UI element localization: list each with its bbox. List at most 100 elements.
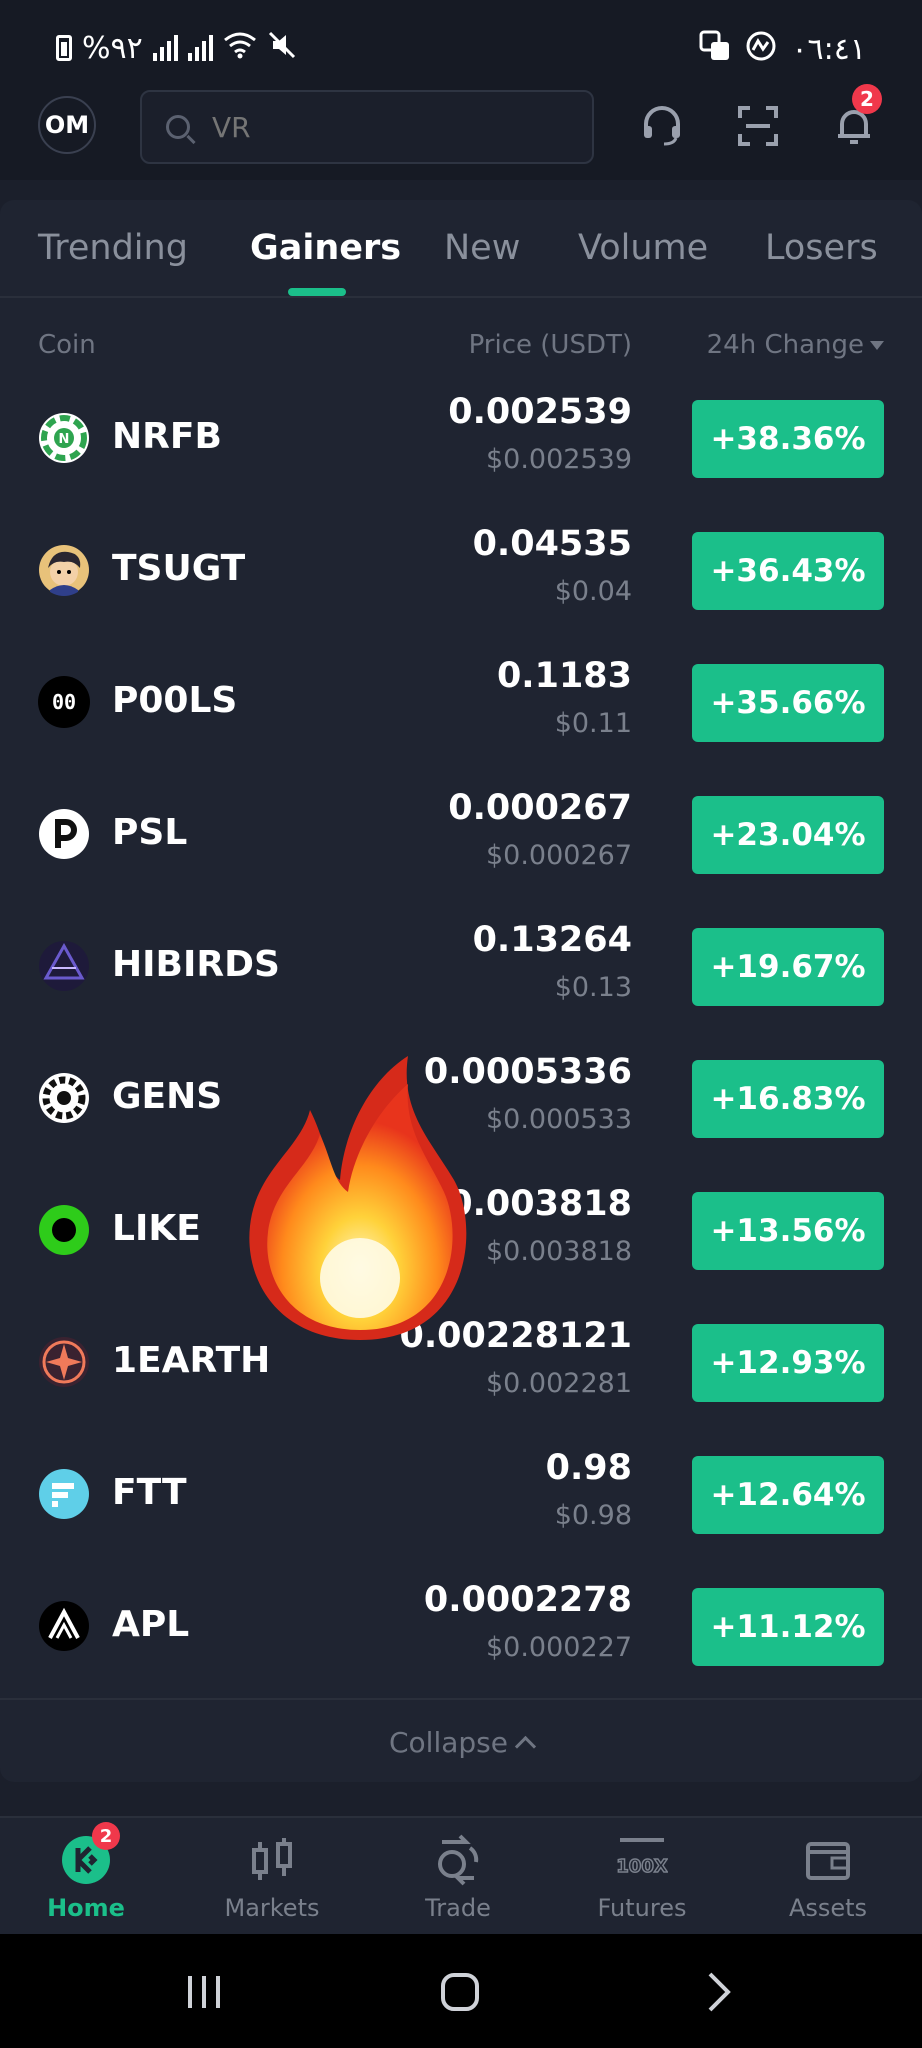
market-list-panel: Trending Gainers New Volume Losers Coin …: [0, 200, 922, 1782]
chevron-up-icon: [514, 1735, 537, 1757]
notification-bell-icon[interactable]: 2: [832, 84, 882, 148]
nav-label: Futures: [597, 1894, 687, 1922]
table-row[interactable]: PSL 0.000267 $0.000267 +23.04%: [0, 764, 922, 896]
ftt-logo-icon: [38, 1468, 90, 1520]
coin-price-usd: $0.000267: [485, 840, 632, 871]
svg-text:N: N: [59, 432, 70, 447]
support-headset-icon[interactable]: [640, 104, 684, 148]
back-icon[interactable]: [700, 1972, 740, 2016]
table-row[interactable]: N NRFB 0.002539 $0.002539 +38.36%: [0, 368, 922, 500]
coin-price: 0.98: [545, 1448, 632, 1488]
table-row[interactable]: HIBIRDS 0.13264 $0.13 +19.67%: [0, 896, 922, 1028]
recent-apps-icon[interactable]: [184, 1972, 224, 2016]
battery-percent: %٩٢: [82, 30, 143, 66]
change-badge[interactable]: +23.04%: [692, 796, 884, 874]
signal-icon: [152, 35, 178, 61]
table-row[interactable]: FTT 0.98 $0.98 +12.64%: [0, 1424, 922, 1556]
coin-symbol: APL: [112, 1604, 190, 1645]
nrfb-logo-icon: N: [38, 412, 90, 464]
coin-symbol: PSL: [112, 812, 188, 853]
nav-label: Assets: [788, 1894, 868, 1922]
change-badge[interactable]: +38.36%: [692, 400, 884, 478]
nav-label: Trade: [425, 1894, 491, 1922]
coin-symbol: HIBIRDS: [112, 944, 280, 985]
tab-losers[interactable]: Losers: [765, 228, 878, 268]
coin-price-usd: $0.002539: [485, 444, 632, 475]
nav-assets[interactable]: Assets: [758, 1834, 898, 1922]
tab-trending[interactable]: Trending: [38, 228, 188, 268]
coin-price: 0.13264: [472, 920, 632, 960]
tsugt-logo-icon: [38, 544, 90, 596]
coin-price: 0.1183: [496, 656, 632, 696]
tab-gainers[interactable]: Gainers: [250, 228, 401, 268]
system-navigation-bar: [0, 1934, 922, 2048]
coin-symbol: GENS: [112, 1076, 223, 1117]
change-badge[interactable]: +19.67%: [692, 928, 884, 1006]
home-badge: 2: [92, 1822, 120, 1850]
coin-price: 0.002539: [448, 392, 632, 432]
battery-icon: [56, 35, 72, 61]
collapse-button[interactable]: Collapse: [0, 1698, 922, 1784]
change-badge[interactable]: +35.66%: [692, 664, 884, 742]
change-badge[interactable]: +16.83%: [692, 1060, 884, 1138]
table-row[interactable]: TSUGT 0.04535 $0.04 +36.43%: [0, 500, 922, 632]
markets-icon: [246, 1834, 298, 1886]
home-button-icon[interactable]: [440, 1972, 480, 2016]
column-header-change-label: 24h Change: [706, 330, 864, 360]
change-badge[interactable]: +12.93%: [692, 1324, 884, 1402]
coin-symbol: NRFB: [112, 416, 222, 457]
mute-icon: [267, 30, 297, 66]
wifi-icon: [223, 31, 257, 65]
column-header-price[interactable]: Price (USDT): [469, 330, 632, 360]
trade-icon: [432, 1834, 484, 1886]
nav-home[interactable]: 2 Home: [16, 1822, 156, 1922]
coin-symbol: LIKE: [112, 1208, 201, 1249]
fire-icon: [240, 1050, 480, 1350]
search-input[interactable]: [210, 109, 514, 145]
clock: ٠٦:٤١: [791, 31, 866, 67]
coin-symbol: TSUGT: [112, 548, 246, 589]
coin-price-usd: $0.002281: [485, 1368, 632, 1399]
change-badge[interactable]: +12.64%: [692, 1456, 884, 1534]
nav-futures[interactable]: 100X Futures: [572, 1834, 712, 1922]
psl-logo-icon: [38, 808, 90, 860]
column-header-change[interactable]: 24h Change: [707, 330, 884, 360]
column-header-coin: Coin: [38, 330, 96, 360]
gens-logo-icon: [38, 1072, 90, 1124]
coin-price-usd: $0.000227: [485, 1632, 632, 1663]
bottom-navigation: 2 Home Markets Trade 100X Futures Assets: [0, 1816, 922, 1936]
search-icon: [166, 115, 190, 139]
translate-icon: [699, 30, 731, 68]
coin-symbol: P00LS: [112, 680, 238, 721]
nav-trade[interactable]: Trade: [388, 1834, 528, 1922]
sort-caret-icon: [870, 341, 884, 350]
search-bar[interactable]: [140, 90, 594, 164]
coin-symbol: FTT: [112, 1472, 187, 1513]
avatar[interactable]: OM: [38, 96, 96, 154]
coin-price: 0.0002278: [423, 1580, 632, 1620]
active-tab-indicator: [288, 288, 346, 296]
app-notification-icon: [745, 30, 777, 68]
table-row[interactable]: APL 0.0002278 $0.000227 +11.12%: [0, 1556, 922, 1688]
change-badge[interactable]: +36.43%: [692, 532, 884, 610]
coin-price-usd: $0.003818: [485, 1236, 632, 1267]
coin-price-usd: $0.13: [554, 972, 632, 1003]
1earth-logo-icon: [38, 1336, 90, 1388]
coin-price-usd: $0.11: [554, 708, 632, 739]
change-badge[interactable]: +13.56%: [692, 1192, 884, 1270]
scan-icon[interactable]: [736, 104, 780, 148]
tab-volume[interactable]: Volume: [578, 228, 708, 268]
nav-markets[interactable]: Markets: [202, 1834, 342, 1922]
collapse-label: Collapse: [389, 1725, 508, 1759]
signal-icon-2: [187, 35, 213, 61]
coin-price-usd: $0.000533: [485, 1104, 632, 1135]
futures-icon-text: 100X: [616, 1856, 668, 1877]
change-badge[interactable]: +11.12%: [692, 1588, 884, 1666]
futures-icon: 100X: [616, 1834, 669, 1886]
nav-label: Markets: [224, 1894, 320, 1922]
home-icon: 2: [60, 1822, 120, 1886]
assets-icon: [802, 1834, 854, 1886]
table-row[interactable]: 00 P00LS 0.1183 $0.11 +35.66%: [0, 632, 922, 764]
tab-new[interactable]: New: [444, 228, 520, 268]
coin-price: 0.04535: [472, 524, 632, 564]
